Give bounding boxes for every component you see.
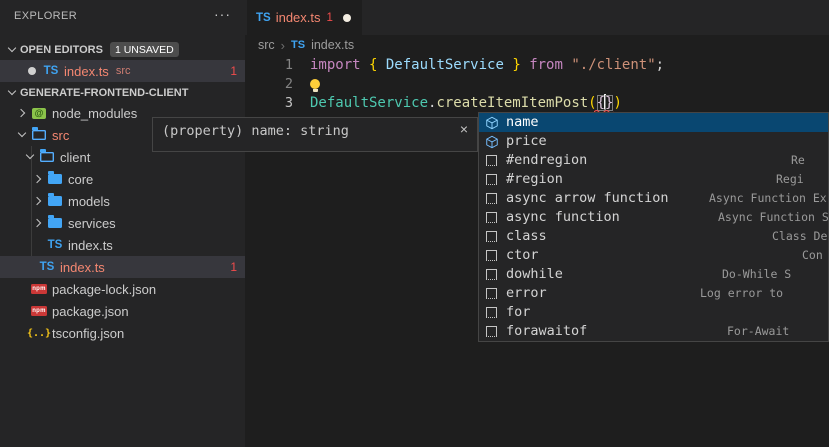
chevron-right-icon xyxy=(30,215,46,231)
explorer-title: EXPLORER xyxy=(14,10,77,22)
suggest-item-name[interactable]: name xyxy=(479,113,828,132)
open-editor-item-index-ts[interactable]: TS index.ts src 1 xyxy=(0,60,245,82)
open-editor-file-description: src xyxy=(116,65,131,77)
tree-item-models[interactable]: models xyxy=(0,190,245,212)
breadcrumb-separator-icon: › xyxy=(281,38,285,53)
keyword-token: from xyxy=(529,57,571,73)
open-editor-file-label: index.ts xyxy=(64,64,109,79)
error-count-badge: 1 xyxy=(230,260,237,274)
npm-file-icon: npm xyxy=(30,303,48,319)
punctuation-token: ; xyxy=(656,57,664,73)
string-token: "./client" xyxy=(571,57,655,73)
suggest-item-for[interactable]: for xyxy=(479,303,828,322)
import-binding-token: DefaultService xyxy=(386,57,504,73)
suggest-item-dowhile[interactable]: dowhile Do-While S xyxy=(479,265,828,284)
suggest-item-class[interactable]: class Class De xyxy=(479,227,828,246)
line-number-1: 1 xyxy=(245,56,293,75)
chevron-down-icon xyxy=(22,149,38,165)
sidebar-title-bar: EXPLORER ··· xyxy=(0,0,245,35)
bracket-token: } xyxy=(504,57,529,73)
typescript-file-icon: TS xyxy=(46,237,64,253)
node-modules-folder-icon: @ xyxy=(30,105,48,121)
tree-item-core[interactable]: core xyxy=(0,168,245,190)
folder-icon xyxy=(46,193,64,209)
workspace-name-label: GENERATE-FRONTEND-CLIENT xyxy=(20,87,188,99)
breadcrumb-folder[interactable]: src xyxy=(258,38,275,52)
chevron-right-icon xyxy=(14,105,30,121)
modified-dot-icon[interactable] xyxy=(28,67,36,75)
folder-open-icon xyxy=(38,149,56,165)
tab-modified-dot-icon[interactable] xyxy=(343,14,351,22)
snippet-symbol-icon xyxy=(484,324,499,339)
typescript-file-icon: TS xyxy=(42,63,60,79)
field-symbol-icon xyxy=(484,134,499,149)
tree-item-src-index-ts[interactable]: TS index.ts 1 xyxy=(0,256,245,278)
snippet-symbol-icon xyxy=(484,210,499,225)
npm-file-icon: npm xyxy=(30,281,48,297)
snippet-symbol-icon xyxy=(484,191,499,206)
tree-item-package-lock-json[interactable]: npm package-lock.json xyxy=(0,278,245,300)
code-line-1[interactable]: import { DefaultService } from "./client… xyxy=(310,56,664,75)
suggest-item-ctor[interactable]: ctor Con xyxy=(479,246,828,265)
snippet-symbol-icon xyxy=(484,172,499,187)
explorer-sidebar: EXPLORER ··· OPEN EDITORS 1 UNSAVED TS i… xyxy=(0,0,245,447)
intellisense-suggest-widget: name price #endregion Re #region Regi as… xyxy=(478,112,829,342)
chevron-down-icon xyxy=(4,85,20,101)
typescript-file-icon: TS xyxy=(38,259,56,275)
snippet-symbol-icon xyxy=(484,248,499,263)
error-count-badge: 1 xyxy=(230,64,237,78)
tree-item-package-json[interactable]: npm package.json xyxy=(0,300,245,322)
chevron-down-icon xyxy=(14,127,30,143)
chevron-right-icon xyxy=(30,171,46,187)
suggest-item-endregion[interactable]: #endregion Re xyxy=(479,151,828,170)
method-token: createItemItemPost xyxy=(436,95,588,111)
snippet-symbol-icon xyxy=(484,286,499,301)
views-more-actions-icon[interactable]: ··· xyxy=(214,6,231,22)
close-icon[interactable]: × xyxy=(460,121,468,137)
lightbulb-icon[interactable] xyxy=(310,79,321,93)
suggest-details-popup: (property) name: string × xyxy=(152,117,478,152)
folder-icon xyxy=(46,171,64,187)
suggest-item-region[interactable]: #region Regi xyxy=(479,170,828,189)
tab-error-count: 1 xyxy=(327,12,333,24)
tree-item-client-index-ts[interactable]: TS index.ts xyxy=(0,234,245,256)
chevron-right-icon xyxy=(30,193,46,209)
breadcrumb: src › TS index.ts xyxy=(245,35,829,55)
tab-index-ts[interactable]: TS index.ts 1 xyxy=(247,0,362,35)
suggest-item-async-arrow-function[interactable]: async arrow function Async Function Ex xyxy=(479,189,828,208)
tab-label: index.ts xyxy=(276,10,321,25)
property-signature-text: (property) name: string xyxy=(162,123,349,139)
suggest-item-error[interactable]: error Log error to xyxy=(479,284,828,303)
suggest-item-price[interactable]: price xyxy=(479,132,828,151)
snippet-symbol-icon xyxy=(484,267,499,282)
vscode-window: EXPLORER ··· OPEN EDITORS 1 UNSAVED TS i… xyxy=(0,0,829,447)
workspace-section-header[interactable]: GENERATE-FRONTEND-CLIENT xyxy=(0,82,249,103)
tree-item-services[interactable]: services xyxy=(0,212,245,234)
snippet-symbol-icon xyxy=(484,153,499,168)
suggest-item-async-function[interactable]: async function Async Function S xyxy=(479,208,828,227)
keyword-token: import xyxy=(310,57,369,73)
field-symbol-icon xyxy=(484,115,499,130)
typescript-file-icon: TS xyxy=(291,39,305,51)
snippet-symbol-icon xyxy=(484,229,499,244)
suggest-item-forawaitof[interactable]: forawaitof For-Await xyxy=(479,322,828,341)
code-line-3[interactable]: DefaultService.createItemItemPost({}) xyxy=(310,94,622,113)
folder-icon xyxy=(46,215,64,231)
line-number-3: 3 xyxy=(245,94,293,113)
chevron-down-icon xyxy=(4,42,20,58)
json-config-file-icon: {..} xyxy=(30,325,48,341)
tree-item-tsconfig-json[interactable]: {..} tsconfig.json xyxy=(0,322,245,344)
unsaved-badge: 1 UNSAVED xyxy=(110,42,179,57)
class-token: DefaultService xyxy=(310,95,428,111)
typescript-file-icon: TS xyxy=(256,12,271,24)
open-editors-header[interactable]: OPEN EDITORS 1 UNSAVED xyxy=(0,39,249,60)
editor-tab-bar: TS index.ts 1 xyxy=(245,0,829,35)
paren-token: ) xyxy=(613,95,621,111)
open-editors-label: OPEN EDITORS xyxy=(20,44,103,56)
line-number-2: 2 xyxy=(245,75,293,94)
snippet-symbol-icon xyxy=(484,305,499,320)
breadcrumb-file[interactable]: index.ts xyxy=(311,38,354,52)
bracket-token: { xyxy=(369,57,386,73)
folder-open-icon xyxy=(30,127,48,143)
